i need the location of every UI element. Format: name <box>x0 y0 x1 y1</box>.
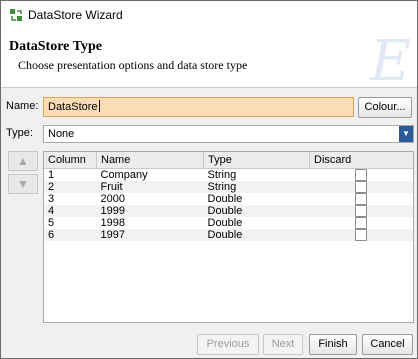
name-input-value: DataStore <box>48 101 98 113</box>
type-label: Type: <box>6 127 33 139</box>
arrow-down-icon: ▼ <box>17 177 29 191</box>
column-header[interactable]: Type <box>203 152 310 169</box>
cancel-button[interactable]: Cancel <box>362 334 413 355</box>
discard-checkbox[interactable] <box>355 169 368 181</box>
move-down-button[interactable]: ▼ <box>8 174 38 194</box>
move-up-button[interactable]: ▲ <box>8 151 38 171</box>
cell-column: 5 <box>48 216 55 229</box>
cell-discard <box>309 229 413 241</box>
cell-discard <box>310 193 414 205</box>
text-caret <box>98 100 100 112</box>
cell-type: Double <box>207 192 243 205</box>
table-row[interactable]: 1 Company String <box>44 168 414 181</box>
cell-discard <box>310 169 414 181</box>
table-row[interactable]: 4 1999 Double <box>44 205 413 217</box>
step-subtitle: Choose presentation options and data sto… <box>18 58 248 72</box>
window-title: DataStore Wizard <box>28 8 123 22</box>
cell-type: String <box>207 168 237 181</box>
name-input[interactable]: DataStore <box>43 97 354 117</box>
name-label: Name: <box>6 100 39 112</box>
cell-column: 2 <box>44 181 97 193</box>
wizard-window: DataStore Wizard DataStore Type Choose p… <box>0 0 418 359</box>
wizard-header: DataStore Type Choose presentation optio… <box>1 29 417 88</box>
cell-discard <box>309 205 413 217</box>
finish-button[interactable]: Finish <box>309 334 357 355</box>
cell-discard <box>310 217 414 229</box>
table-header-row: Column Name Type Discard <box>44 152 413 169</box>
app-icon <box>10 9 22 21</box>
arrow-up-icon: ▲ <box>17 154 29 168</box>
cell-name: 1999 <box>96 205 204 217</box>
cell-name: Company <box>100 168 148 181</box>
cell-column: 6 <box>44 229 97 241</box>
title-bar: DataStore Wizard <box>1 1 417 29</box>
cell-type: Double <box>207 216 243 229</box>
cell-column: 1 <box>48 168 55 181</box>
type-select-value: None <box>48 128 75 140</box>
table-row[interactable]: 5 1998 Double <box>44 217 413 229</box>
step-title: DataStore Type <box>9 39 102 54</box>
columns-table: Column Name Type Discard 1 Company Strin… <box>43 151 414 323</box>
discard-checkbox[interactable] <box>355 205 368 217</box>
cell-discard <box>309 181 413 193</box>
cell-type: Double <box>203 205 310 217</box>
discard-checkbox[interactable] <box>355 217 368 229</box>
discard-checkbox[interactable] <box>355 193 368 205</box>
cell-name: 1997 <box>96 229 204 241</box>
column-header[interactable]: Discard <box>309 152 413 169</box>
cell-column: 3 <box>48 192 55 205</box>
cell-name: 2000 <box>100 192 125 205</box>
cell-type: String <box>203 181 310 193</box>
column-header[interactable]: Column <box>44 152 97 169</box>
type-select[interactable]: None ▼ <box>43 125 414 143</box>
cell-name: 1998 <box>100 216 125 229</box>
table-row[interactable]: 3 2000 Double <box>44 193 413 205</box>
chevron-down-icon[interactable]: ▼ <box>399 126 413 142</box>
next-button[interactable]: Next <box>263 334 303 355</box>
colour-button[interactable]: Colour... <box>358 97 412 118</box>
table-row[interactable]: 6 1997 Double <box>44 229 413 241</box>
discard-checkbox[interactable] <box>355 229 368 241</box>
cell-type: Double <box>203 229 310 241</box>
previous-button[interactable]: Previous <box>197 334 259 355</box>
watermark-logo: E <box>370 29 411 88</box>
cell-name: Fruit <box>96 181 204 193</box>
discard-checkbox[interactable] <box>355 181 368 193</box>
table-row[interactable]: 2 Fruit String <box>44 181 413 193</box>
column-header[interactable]: Name <box>96 152 204 169</box>
cell-column: 4 <box>44 205 97 217</box>
